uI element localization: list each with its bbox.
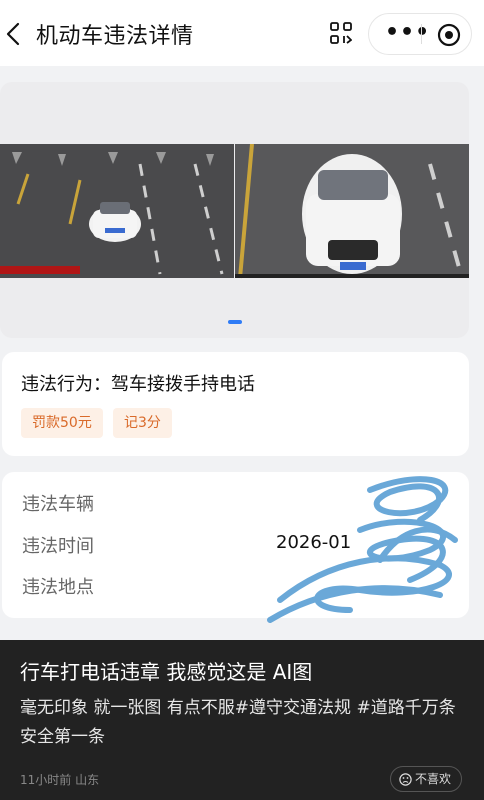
- post-body: 毫无印象 就一张图 有点不服#遵守交通法规 #道路千万条安全第一条: [20, 698, 456, 747]
- violation-behavior: 违法行为：驾车接拨手持电话: [21, 374, 255, 395]
- sad-face-icon: [399, 772, 412, 786]
- top-bar: 机动车违法详情 •••: [0, 0, 484, 66]
- mini-program-capsule: •••: [368, 13, 472, 55]
- violation-photo-carousel[interactable]: [0, 82, 469, 338]
- capsule-divider: [421, 24, 422, 44]
- post-overlay: 行车打电话违章 我感觉这是 AI图 毫无印象 就一张图 有点不服#遵守交通法规 …: [0, 640, 484, 800]
- close-target-icon[interactable]: [437, 23, 461, 47]
- redaction-scribble: [267, 476, 458, 623]
- post-title: 行车打电话违章 我感觉这是 AI图: [20, 660, 313, 684]
- dislike-button[interactable]: 不喜欢: [390, 766, 463, 792]
- carousel-indicator: [228, 320, 242, 324]
- points-tag: 记3分: [113, 408, 172, 438]
- page-title: 机动车违法详情: [36, 24, 194, 49]
- vehicle-label: 违法车辆: [22, 494, 94, 515]
- back-arrow-icon[interactable]: [4, 21, 22, 47]
- violation-behavior-card: 违法行为：驾车接拨手持电话 罚款50元 记3分: [2, 352, 469, 456]
- time-label: 违法时间: [22, 536, 94, 557]
- fine-tag: 罚款50元: [21, 408, 103, 438]
- more-button[interactable]: •••: [385, 20, 430, 45]
- scan-qr-icon[interactable]: [330, 22, 352, 44]
- location-label: 违法地点: [22, 577, 94, 598]
- post-meta: 11小时前 山东: [20, 773, 100, 787]
- violation-photo: [0, 144, 469, 279]
- dislike-label: 不喜欢: [415, 772, 452, 786]
